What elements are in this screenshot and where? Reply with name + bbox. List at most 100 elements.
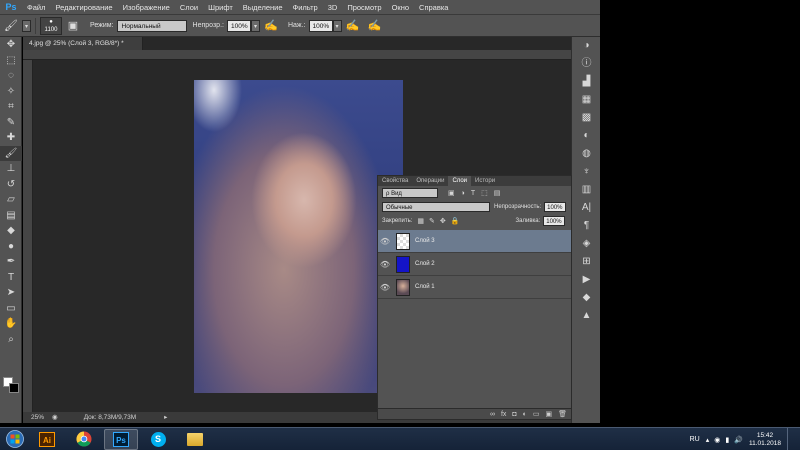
eye-icon[interactable]: 👁 — [378, 283, 392, 292]
menu-select[interactable]: Выделение — [238, 0, 288, 15]
clone-source-panel-icon[interactable]: ⊞ — [572, 253, 601, 271]
airbrush-icon[interactable]: ✍ — [345, 18, 361, 34]
tab-history[interactable]: Истори — [471, 176, 499, 186]
pressure-opacity-icon[interactable]: ✍ — [263, 18, 279, 34]
layer-row[interactable]: 👁 Слой 2 — [378, 253, 571, 276]
tab-layers[interactable]: Слои — [448, 176, 472, 186]
menu-help[interactable]: Справка — [414, 0, 453, 15]
taskbar-explorer[interactable] — [178, 429, 212, 450]
history-brush-tool-icon[interactable]: ↺ — [0, 177, 22, 193]
layer-style-icon[interactable]: fx — [501, 411, 506, 418]
lock-position-icon[interactable]: ✥ — [440, 217, 446, 225]
brush-tool-icon[interactable]: 🖌 — [0, 145, 22, 161]
paragraph-panel-icon[interactable]: ¶ — [572, 217, 601, 235]
menu-type[interactable]: Шрифт — [203, 0, 238, 15]
mode-select[interactable]: Нормальный — [116, 19, 187, 32]
menu-file[interactable]: Файл — [22, 0, 50, 15]
clone-stamp-tool-icon[interactable]: ⊥ — [0, 161, 22, 177]
lock-all-icon[interactable]: 🔒 — [451, 217, 460, 225]
brush-tool-icon[interactable]: 🖌 — [3, 18, 19, 34]
filter-smart-object-icon[interactable]: ▤ — [494, 189, 501, 197]
crop-tool-icon[interactable]: ⌗ — [0, 99, 22, 115]
status-menu-arrow-icon[interactable]: ▸ — [164, 412, 167, 423]
lock-transparency-icon[interactable]: ▦ — [417, 217, 424, 225]
pressure-size-icon[interactable]: ✍ — [367, 18, 383, 34]
taskbar-photoshop[interactable]: Ps — [104, 428, 138, 450]
styles-panel-icon[interactable]: ▩ — [572, 109, 601, 127]
zoom-level[interactable]: 25% — [31, 412, 44, 423]
taskbar-chrome[interactable] — [67, 429, 101, 450]
brush-panel-icon[interactable]: ▣ — [65, 18, 81, 34]
tool-preset-dropdown[interactable]: ▾ — [22, 19, 31, 32]
zoom-tool-icon[interactable]: ⌕ — [0, 332, 22, 348]
filter-type-icon[interactable]: T — [471, 190, 475, 197]
menu-image[interactable]: Изображение — [118, 0, 175, 15]
blur-tool-icon[interactable]: ◆ — [0, 223, 22, 239]
3d-panel-icon[interactable]: ◈ — [572, 235, 601, 253]
info-panel-icon[interactable]: ⓘ — [572, 55, 601, 73]
menu-filter[interactable]: Фильтр — [288, 0, 323, 15]
lasso-tool-icon[interactable]: ◌ — [0, 68, 22, 84]
pressure-dropdown[interactable]: ▾ — [332, 19, 342, 32]
hand-tool-icon[interactable]: ✋ — [0, 316, 22, 332]
layer-row[interactable]: 👁 Слой 1 — [378, 276, 571, 299]
language-indicator[interactable]: RU — [690, 436, 700, 443]
filter-pixel-icon[interactable]: ▣ — [448, 189, 455, 197]
info-icon[interactable]: ◉ — [52, 412, 58, 423]
new-adjustment-layer-icon[interactable]: ◐ — [523, 411, 527, 418]
swatches-panel-icon[interactable]: ▦ — [572, 91, 601, 109]
clock[interactable]: 15:42 11.01.2018 — [749, 432, 781, 448]
new-layer-icon[interactable]: ▣ — [545, 410, 552, 418]
timeline-panel-icon[interactable]: ▶ — [572, 271, 601, 289]
tab-actions[interactable]: Операции — [412, 176, 448, 186]
taskbar-skype[interactable]: S — [141, 429, 175, 450]
start-button[interactable] — [0, 428, 30, 450]
image-canvas[interactable] — [194, 80, 403, 393]
marquee-tool-icon[interactable]: ⬚ — [0, 53, 22, 69]
adjustments-panel-icon[interactable]: ◐ — [572, 127, 601, 145]
tray-app-icon[interactable]: ◉ — [714, 436, 720, 444]
show-desktop-button[interactable] — [787, 428, 792, 450]
add-mask-icon[interactable]: ◘ — [512, 411, 516, 418]
layer-name[interactable]: Слой 2 — [415, 261, 435, 267]
lock-pixels-icon[interactable]: ✎ — [429, 217, 435, 225]
new-group-icon[interactable]: ▭ — [533, 410, 540, 418]
pressure-field[interactable]: 100% — [308, 19, 333, 32]
menu-view[interactable]: Просмотр — [342, 0, 386, 15]
move-tool-icon[interactable]: ✥ — [0, 37, 22, 53]
filter-adjustment-icon[interactable]: ◑ — [461, 190, 465, 197]
opacity-field[interactable]: 100% — [226, 19, 251, 32]
opacity-dropdown[interactable]: ▾ — [250, 19, 260, 32]
menu-layers[interactable]: Слои — [175, 0, 203, 15]
layer-name[interactable]: Слой 3 — [415, 238, 435, 244]
menu-3d[interactable]: 3D — [323, 0, 343, 15]
layers-panel-icon[interactable]: ◆ — [572, 289, 601, 307]
eyedropper-tool-icon[interactable]: ✎ — [0, 115, 22, 131]
gradient-tool-icon[interactable]: ▤ — [0, 208, 22, 224]
delete-layer-icon[interactable]: 🗑 — [558, 410, 567, 418]
layer-name[interactable]: Слой 1 — [415, 284, 435, 290]
shape-tool-icon[interactable]: ▭ — [0, 301, 22, 317]
channels-panel-icon[interactable]: ▲ — [572, 307, 601, 325]
dodge-tool-icon[interactable]: ● — [0, 239, 22, 255]
background-color-swatch[interactable] — [9, 383, 19, 393]
type-tool-icon[interactable]: T — [0, 270, 22, 286]
character-panel-icon[interactable]: A| — [572, 199, 601, 217]
brush-presets-panel-icon[interactable]: ♆ — [572, 163, 601, 181]
taskbar-illustrator[interactable]: Ai — [30, 429, 64, 450]
layer-row[interactable]: 👁 Слой 3 — [378, 230, 571, 253]
eye-icon[interactable]: 👁 — [378, 237, 392, 246]
path-selection-tool-icon[interactable]: ➤ — [0, 285, 22, 301]
color-panel-icon[interactable]: ◑ — [572, 37, 601, 55]
tab-properties[interactable]: Свойства — [378, 176, 412, 186]
brush-panel-icon[interactable]: ▥ — [572, 181, 601, 199]
link-layers-icon[interactable]: ∞ — [490, 411, 495, 418]
filter-shape-icon[interactable]: ⬚ — [481, 189, 488, 197]
volume-icon[interactable]: 🔊 — [734, 436, 743, 444]
layer-opacity-field[interactable]: 100% — [544, 202, 566, 212]
document-tab[interactable]: 4.jpg @ 25% (Слой 3, RGB/8*) * — [23, 37, 143, 50]
eraser-tool-icon[interactable]: ▱ — [0, 192, 22, 208]
fill-field[interactable]: 100% — [543, 216, 565, 226]
brush-preset-picker[interactable]: ● 1100 — [40, 16, 62, 35]
masks-panel-icon[interactable]: ◍ — [572, 145, 601, 163]
